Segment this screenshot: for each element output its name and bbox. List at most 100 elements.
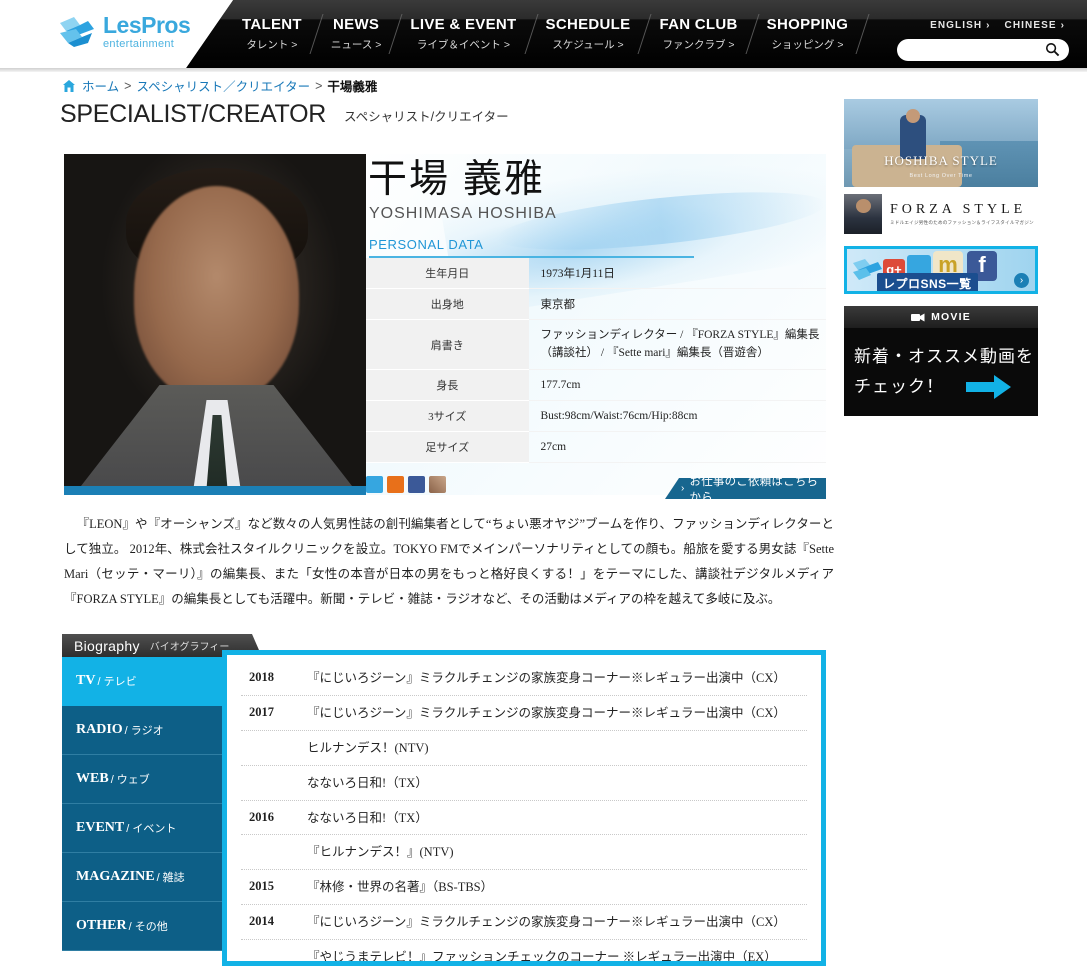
table-row: 身長 177.7cm (366, 369, 826, 402)
row-label: 3サイズ (366, 400, 529, 433)
blog-icon[interactable] (387, 476, 404, 493)
hoshiba-style-banner[interactable]: HOSHIBA STYLE Best Long Over Time (844, 99, 1038, 187)
row-label: 出身地 (366, 288, 529, 320)
home-icon[interactable] (62, 79, 76, 93)
nav-label-jp: タレント > (246, 39, 298, 51)
personal-data-table: 生年月日 1973年1月11日 出身地 東京都 肩書き ファッションディレクター… (366, 257, 826, 464)
tab-label-en: RADIO (76, 722, 123, 737)
header-bottom-line (0, 68, 1087, 72)
twitter-icon[interactable] (366, 476, 383, 493)
forza-banner-photo (844, 194, 882, 234)
video-camera-icon (911, 313, 925, 321)
page-title-japanese: スペシャリスト/クリエイター (343, 110, 509, 124)
nav-item-schedule[interactable]: SCHEDULE スケジュール > (532, 16, 645, 52)
photo-caption-bar (64, 486, 366, 495)
breadcrumb-separator: > (124, 78, 132, 93)
movie-banner-line1: 新着・オススメ動画を (854, 347, 1034, 366)
biography-tab-tv[interactable]: TV / テレビ (62, 657, 227, 706)
biography-tab-other[interactable]: OTHER / その他 (62, 902, 227, 951)
entry-year: 2017 (249, 704, 274, 719)
biography-description-text: 『LEON』や『オーシャンズ』など数々の人気男性誌の創刊編集者として“ちょい悪オ… (64, 517, 834, 606)
forza-style-banner[interactable]: FORZA STYLE ミドルエイジ男性のためのファッション＆ライフスタイルマガ… (844, 194, 1038, 234)
row-value: 東京都 (528, 288, 826, 320)
search-box[interactable] (897, 39, 1069, 61)
entry-year: 2018 (249, 670, 274, 684)
breadcrumb-home-link[interactable]: ホーム (82, 76, 119, 95)
banner-person-head (906, 109, 920, 123)
biography-description: 『LEON』や『オーシャンズ』など数々の人気男性誌の創刊編集者として“ちょい悪オ… (64, 512, 834, 612)
contact-request-button[interactable]: › お仕事のご依頼はこちらから (665, 478, 826, 499)
nav-label-en: LIVE & EVENT (410, 16, 517, 33)
chevron-right-icon: › (681, 483, 685, 494)
entry-year: 2015 (249, 879, 274, 894)
lespros-arrow-logo-icon (60, 17, 94, 47)
entry-title: 『やじうまテレビ！』ファッションチェックのコーナー ※レギュラー出演中（EX） (307, 950, 777, 964)
row-label: 足サイズ (366, 431, 529, 464)
table-row: 生年月日 1973年1月11日 (366, 257, 826, 289)
photo-face (134, 186, 299, 401)
biography-tab-web[interactable]: WEB / ウェブ (62, 755, 227, 804)
lang-english-link[interactable]: ENGLISH › (930, 20, 990, 31)
entry-title: ヒルナンデス！(NTV) (307, 740, 429, 755)
entry-title: なないろ日和!（TX） (307, 810, 428, 825)
biography-entries-list: 2018 『にじいろジーン』ミラクルチェンジの家族変身コーナー※レギュラー出演中… (227, 655, 821, 964)
lang-chinese-link[interactable]: CHINESE › (1005, 20, 1065, 31)
tab-label-jp: / ウェブ (110, 774, 150, 786)
forza-style-banner-title: FORZA STYLE (890, 202, 1027, 217)
biography-tab-radio[interactable]: RADIO / ラジオ (62, 706, 227, 755)
main-navigation: TALENT タレント > NEWS ニュース > LIVE & EVENT ラ… (228, 14, 870, 54)
row-value: Bust:98cm/Waist:76cm/Hip:88cm (528, 400, 826, 433)
nav-label-en: NEWS (333, 16, 380, 33)
lespros-sns-banner-title: レプロSNS一覧 (877, 273, 978, 291)
nav-label-jp: ライブ＆イベント > (416, 39, 510, 51)
movie-banner[interactable]: MOVIE 新着・オススメ動画を チェック！ (844, 306, 1038, 416)
social-links (366, 476, 446, 493)
nav-item-news[interactable]: NEWS ニュース > (317, 16, 396, 52)
list-item: ヒルナンデス！(NTV) (241, 731, 807, 766)
table-row: 肩書き ファッションディレクター / 『FORZA STYLE』編集長（講談社）… (366, 319, 826, 371)
breadcrumb-current: 干場義雅 (327, 80, 378, 94)
site-logo[interactable]: LesPros entertainment (58, 14, 191, 50)
talent-name-english: YOSHIMASA HOSHIBA (369, 204, 557, 222)
search-icon[interactable] (1045, 42, 1060, 57)
site-header: LesPros entertainment TALENT タレント > NEWS… (0, 0, 1087, 72)
lespros-sns-banner[interactable]: g+ m f レプロSNS一覧 › (844, 246, 1038, 294)
tab-label-en: EVENT (76, 820, 125, 835)
biography-header-jp: バイオグラフィー (149, 642, 230, 653)
nav-label-en: FAN CLUB (659, 16, 738, 33)
table-row: 3サイズ Bust:98cm/Waist:76cm/Hip:88cm (366, 400, 826, 433)
nav-item-talent[interactable]: TALENT タレント > (228, 16, 316, 52)
movie-banner-line2: チェック！ (854, 376, 944, 396)
entry-title: 『ヒルナンデス！』(NTV) (307, 845, 454, 860)
arrow-right-icon: › (1014, 273, 1029, 288)
facebook-icon[interactable] (408, 476, 425, 493)
movie-banner-label: MOVIE (931, 311, 971, 323)
entry-year: 2014 (249, 914, 274, 929)
language-links: ENGLISH › CHINESE › (930, 20, 1065, 31)
list-item: なないろ日和!（TX） (241, 766, 807, 801)
breadcrumb-category-link[interactable]: スペシャリスト／クリエイター (136, 76, 310, 95)
biography-tab-magazine[interactable]: MAGAZINE / 雑誌 (62, 853, 227, 902)
arrow-right-icon (966, 374, 1011, 399)
tab-label-en: OTHER (76, 918, 127, 933)
instagram-icon[interactable] (429, 476, 446, 493)
row-value: 27cm (528, 431, 826, 464)
profile-details: 干場 義雅 YOSHIMASA HOSHIBA PERSONAL DATA 生年… (366, 154, 826, 495)
forza-style-banner-subtitle: ミドルエイジ男性のためのファッション＆ライフスタイルマガジン (890, 220, 1034, 225)
personal-data-heading: PERSONAL DATA (369, 237, 694, 258)
list-item: 2014 『にじいろジーン』ミラクルチェンジの家族変身コーナー※レギュラー出演中… (241, 905, 807, 940)
biography-entries-panel[interactable]: 2018 『にじいろジーン』ミラクルチェンジの家族変身コーナー※レギュラー出演中… (222, 650, 826, 966)
list-item: 2016 なないろ日和!（TX） (241, 801, 807, 836)
biography-header-en: Biography (74, 637, 140, 654)
logo-sub-text: entertainment (103, 38, 175, 50)
search-input[interactable] (897, 39, 1069, 61)
list-item: 『やじうまテレビ！』ファッションチェックのコーナー ※レギュラー出演中（EX） (241, 940, 807, 964)
biography-tab-event[interactable]: EVENT / イベント (62, 804, 227, 853)
talent-name-japanese: 干場 義雅 (368, 158, 545, 201)
row-label: 生年月日 (366, 257, 529, 289)
nav-item-shopping[interactable]: SHOPPING ショッピング > (753, 16, 863, 52)
row-value: ファッションディレクター / 『FORZA STYLE』編集長（講談社） / 『… (528, 319, 826, 371)
nav-item-live-event[interactable]: LIVE & EVENT ライブ＆イベント > (396, 16, 530, 52)
nav-item-fan-club[interactable]: FAN CLUB ファンクラブ > (645, 16, 751, 52)
profile-section: 干場 義雅 YOSHIMASA HOSHIBA PERSONAL DATA 生年… (64, 154, 826, 499)
